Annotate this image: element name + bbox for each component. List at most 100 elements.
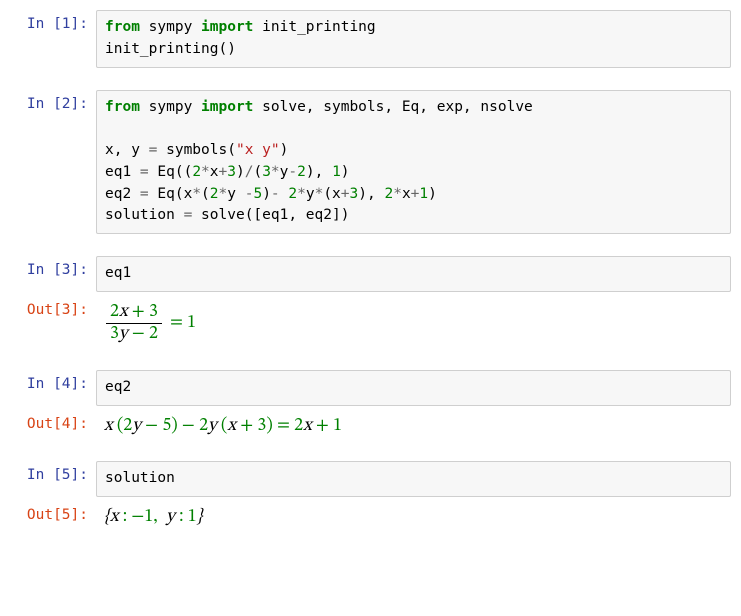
code-text: ), [306, 164, 332, 180]
code-cell: In [4]: eq2 [10, 370, 731, 406]
keyword: import [201, 99, 253, 115]
code-cell: In [5]: solution [10, 461, 731, 497]
math-text: x [104, 417, 113, 435]
output-prompt: Out[4]: [10, 410, 96, 432]
operator: * [201, 164, 210, 180]
operator: * [192, 186, 201, 202]
code-input[interactable]: from sympy import init_printing init_pri… [96, 10, 731, 68]
code-text: x [210, 164, 219, 180]
output-prompt: Out[5]: [10, 501, 96, 523]
number: 3 [350, 186, 359, 202]
operator: - [288, 164, 297, 180]
code-text: eq2 [105, 379, 131, 395]
code-text: symbols( [157, 142, 236, 158]
math-text: 2 [110, 303, 119, 321]
code-text: Eq(( [149, 164, 193, 180]
code-text: Eq(x [149, 186, 193, 202]
math-text: x [227, 417, 236, 435]
code-cell: In [3]: eq1 [10, 256, 731, 292]
code-text: solve([eq1, eq2]) [192, 207, 349, 223]
number: 3 [262, 164, 271, 180]
code-text: init_printing() [105, 41, 236, 57]
code-text: eq1 [105, 164, 140, 180]
code-text: solution [105, 207, 184, 223]
keyword: from [105, 99, 140, 115]
operator: = [140, 186, 149, 202]
code-text: ( [253, 164, 262, 180]
math-text: − 2 [128, 325, 158, 343]
code-input[interactable]: from sympy import solve, symbols, Eq, ex… [96, 90, 731, 235]
code-input[interactable]: eq1 [96, 256, 731, 292]
string-literal: "x y" [236, 142, 280, 158]
math-text: − 5) − 2 [141, 417, 208, 435]
number: 2 [288, 186, 297, 202]
code-text: init_printing [253, 19, 375, 35]
math-text: + 3) = 2 [236, 417, 303, 435]
math-text: x [303, 417, 312, 435]
code-text: ) [428, 186, 437, 202]
code-cell: In [1]: from sympy import init_printing … [10, 10, 731, 68]
code-text: y [306, 186, 315, 202]
math-text: ( [217, 417, 228, 435]
output-prompt: Out[3]: [10, 296, 96, 318]
input-prompt: In [1]: [10, 10, 96, 32]
number: 1 [419, 186, 428, 202]
operator: - [271, 186, 280, 202]
math-text: y [119, 325, 128, 343]
code-input[interactable]: solution [96, 461, 731, 497]
math-text: = 1 [170, 313, 196, 335]
code-text: ), [358, 186, 384, 202]
math-text: x [119, 303, 128, 321]
input-prompt: In [4]: [10, 370, 96, 392]
code-text: ( [201, 186, 210, 202]
code-text: ) [262, 186, 271, 202]
number: 2 [384, 186, 393, 202]
keyword: from [105, 19, 140, 35]
input-prompt: In [2]: [10, 90, 96, 112]
code-text: sympy [140, 19, 201, 35]
math-output: 2x + 3 3y − 2 = 1 [96, 296, 731, 348]
number: 3 [227, 164, 236, 180]
code-text: (x [323, 186, 340, 202]
number: 2 [192, 164, 201, 180]
operator: + [341, 186, 350, 202]
number: 5 [253, 186, 262, 202]
input-prompt: In [5]: [10, 461, 96, 483]
number: 1 [332, 164, 341, 180]
code-text: eq2 [105, 186, 140, 202]
code-text: x [402, 186, 411, 202]
code-text: solution [105, 470, 175, 486]
code-text: ) [280, 142, 289, 158]
operator: * [297, 186, 306, 202]
math-text: + 3 [128, 303, 158, 321]
code-text: sympy [140, 99, 201, 115]
input-prompt: In [3]: [10, 256, 96, 278]
output-cell: Out[5]: {x : −1, y : 1} [10, 501, 731, 531]
fraction: 2x + 3 3y − 2 [106, 302, 162, 346]
code-text: ) [236, 164, 245, 180]
operator: * [219, 186, 228, 202]
output-cell: Out[3]: 2x + 3 3y − 2 = 1 [10, 296, 731, 348]
operator: + [219, 164, 228, 180]
number: 2 [210, 186, 219, 202]
math-output: x (2y − 5) − 2y (x + 3) = 2x + 1 [96, 410, 731, 440]
operator: = [140, 164, 149, 180]
keyword: import [201, 19, 253, 35]
code-input[interactable]: eq2 [96, 370, 731, 406]
operator: * [271, 164, 280, 180]
number: 2 [297, 164, 306, 180]
code-text: y [227, 186, 244, 202]
code-text: ) [341, 164, 350, 180]
math-text: + 1 [312, 417, 342, 435]
output-cell: Out[4]: x (2y − 5) − 2y (x + 3) = 2x + 1 [10, 410, 731, 440]
operator: = [184, 207, 193, 223]
math-text: (2 [113, 417, 133, 435]
code-text: x, y [105, 142, 149, 158]
math-output: {x : −1, y : 1} [96, 501, 731, 531]
math-text: y [208, 417, 217, 435]
code-text: solve, symbols, Eq, exp, nsolve [253, 99, 532, 115]
math-text: 3 [110, 325, 119, 343]
code-text: eq1 [105, 265, 131, 281]
code-cell: In [2]: from sympy import solve, symbols… [10, 90, 731, 235]
operator: * [393, 186, 402, 202]
